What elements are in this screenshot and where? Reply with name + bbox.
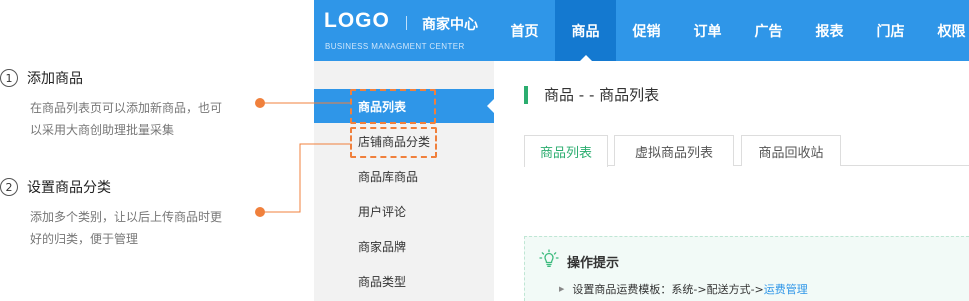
connector-dot-1 <box>255 98 265 108</box>
annotation-header: 1 添加商品 <box>0 68 230 88</box>
annotation-add-product: 1 添加商品 在商品列表页可以添加新商品，也可以采用大商创助理批量采集 <box>0 68 230 141</box>
annotation-title: 设置商品分类 <box>27 180 111 196</box>
lightbulb-icon <box>539 249 559 267</box>
nav-reports[interactable]: 报表 <box>799 0 860 61</box>
logo[interactable]: LOGO <box>324 9 390 33</box>
sidebar-item-user-reviews[interactable]: 用户评论 <box>314 194 494 228</box>
annotation-set-category: 2 设置商品分类 添加多个类别，让以后上传商品时更好的归类，便于管理 <box>0 177 230 250</box>
main-nav: 首页 商品 促销 订单 广告 报表 门店 权限 <box>494 0 969 61</box>
step-number-badge: 1 <box>0 69 18 87</box>
operation-tips-panel: 操作提示 ▶ 设置商品运费模板：系统->配送方式-> 运费管理 <box>524 236 969 301</box>
nav-ads[interactable]: 广告 <box>738 0 799 61</box>
tab-virtual-products[interactable]: 虚拟商品列表 <box>614 135 734 166</box>
logo-subtitle: BUSINESS MANAGMENT CENTER <box>325 42 465 51</box>
annotation-description: 添加多个类别，让以后上传商品时更好的归类，便于管理 <box>30 210 223 246</box>
center-name: 商家中心 <box>422 17 478 33</box>
connector-dot-2 <box>255 207 265 217</box>
shipping-management-link[interactable]: 运费管理 <box>764 281 808 297</box>
step-number-badge: 2 <box>0 178 18 196</box>
tip-text: 设置商品运费模板：系统->配送方式-> <box>572 283 764 296</box>
logo-divider <box>406 16 407 30</box>
tip-item: ▶ 设置商品运费模板：系统->配送方式-> 运费管理 <box>559 281 808 297</box>
nav-orders[interactable]: 订单 <box>677 0 738 61</box>
nav-promotions[interactable]: 促销 <box>616 0 677 61</box>
nav-home[interactable]: 首页 <box>494 0 555 61</box>
nav-products[interactable]: 商品 <box>555 0 616 61</box>
highlight-store-category <box>350 127 437 158</box>
tutorial-page: 1 添加商品 在商品列表页可以添加新商品，也可以采用大商创助理批量采集 2 设置… <box>0 0 969 301</box>
top-navbar: LOGO 商家中心 BUSINESS MANAGMENT CENTER 首页 商… <box>314 0 969 61</box>
page-title: 商品 - - 商品列表 <box>544 86 660 104</box>
tab-recycle-bin[interactable]: 商品回收站 <box>741 135 841 166</box>
tab-product-list[interactable]: 商品列表 <box>524 135 608 167</box>
bullet-arrow-icon: ▶ <box>559 285 565 293</box>
annotation-title: 添加商品 <box>27 71 83 87</box>
nav-stores[interactable]: 门店 <box>860 0 921 61</box>
sidebar-item-brands[interactable]: 商家品牌 <box>314 229 494 263</box>
title-accent-bar <box>524 86 528 104</box>
annotation-description: 在商品列表页可以添加新商品，也可以采用大商创助理批量采集 <box>30 101 223 137</box>
sidebar-item-product-library[interactable]: 商品库商品 <box>314 159 494 193</box>
main-content: 商品 - - 商品列表 商品列表 虚拟商品列表 商品回收站 操作提示 ▶ 设置商… <box>494 61 969 301</box>
sidebar-item-product-types[interactable]: 商品类型 <box>314 264 494 298</box>
tips-title: 操作提示 <box>567 256 620 271</box>
nav-permissions[interactable]: 权限 <box>921 0 969 61</box>
highlight-product-list <box>350 89 436 124</box>
annotation-header: 2 设置商品分类 <box>0 177 230 197</box>
